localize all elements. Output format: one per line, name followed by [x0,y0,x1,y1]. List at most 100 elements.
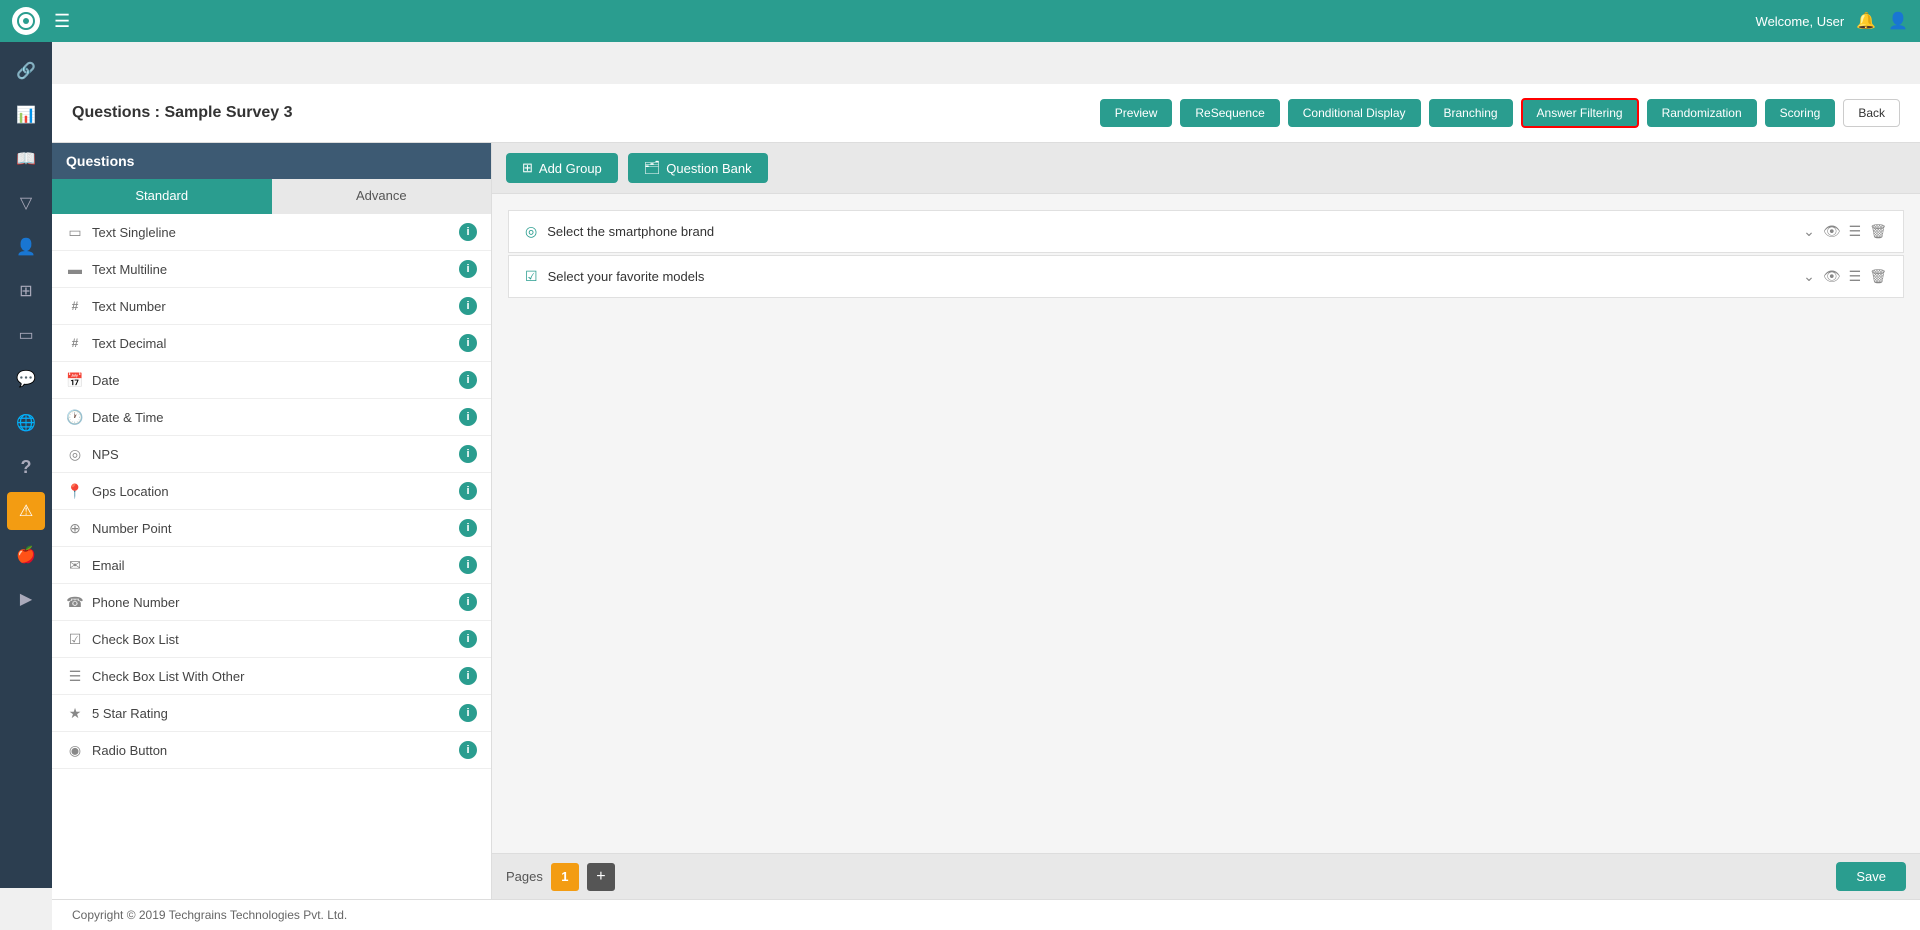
sidebar-icon-question[interactable]: ? [7,448,45,486]
top-bar-right: Welcome, User 🔔 👤 [1756,11,1908,31]
info-button[interactable]: i [459,667,477,685]
page-title: Questions : Sample Survey 3 [72,104,293,122]
text-number-icon: # [66,299,84,313]
list-item-label: Date & Time [92,410,164,425]
list-item[interactable]: ◎ NPS i [52,436,491,473]
star-rating-icon: ★ [66,705,84,722]
list-item[interactable]: # Text Decimal i [52,325,491,362]
list-item[interactable]: ★ 5 Star Rating i [52,695,491,732]
left-sidebar: 🔗 📊 📖 ▽ 👤 ⊞ ▭ 💬 🌐 ? ⚠ 🍎 ▶ [0,42,52,888]
radio-icon: ◎ [525,223,537,240]
questions-area: ◎ Select the smartphone brand ⌄ 👁 ☰ 🗑 ☑ … [492,194,1920,853]
list-item[interactable]: ☎ Phone Number i [52,584,491,621]
back-button[interactable]: Back [1843,99,1900,127]
info-button[interactable]: i [459,297,477,315]
info-button[interactable]: i [459,630,477,648]
sidebar-icon-chart[interactable]: 📊 [7,96,45,134]
footer-text: Copyright © 2019 Techgrains Technologies… [72,908,347,922]
chevron-down-icon[interactable]: ⌄ [1803,268,1815,285]
question-text: Select your favorite models [548,269,705,284]
question-bank-icon: 🗂 [644,160,661,176]
randomization-button[interactable]: Randomization [1647,99,1757,127]
answer-filtering-button[interactable]: Answer Filtering [1521,98,1639,128]
sidebar-icon-filter[interactable]: ▽ [7,184,45,222]
sidebar-icon-play[interactable]: ▶ [7,580,45,618]
scoring-button[interactable]: Scoring [1765,99,1836,127]
sidebar-icon-link[interactable]: 🔗 [7,52,45,90]
sidebar-icon-chat[interactable]: 💬 [7,360,45,398]
list-item-label: Radio Button [92,743,167,758]
notification-icon[interactable]: 🔔 [1856,11,1876,31]
questions-panel-header: Questions [52,143,491,179]
sidebar-icon-layers[interactable]: ⊞ [7,272,45,310]
checkbox-icon: ☑ [525,268,538,285]
info-button[interactable]: i [459,556,477,574]
footer: Copyright © 2019 Techgrains Technologies… [52,899,1920,930]
list-item[interactable]: ▬ Text Multiline i [52,251,491,288]
list-item-label: Number Point [92,521,171,536]
toolbar-row: ⊞ Add Group 🗂 Question Bank [492,143,1920,194]
info-button[interactable]: i [459,371,477,389]
info-button[interactable]: i [459,593,477,611]
page-number-1[interactable]: 1 [551,863,579,891]
header-buttons: Preview ReSequence Conditional Display B… [1100,98,1900,128]
list-item-label: Phone Number [92,595,179,610]
pages-bar: Pages 1 + Save [492,853,1920,899]
info-button[interactable]: i [459,704,477,722]
list-item[interactable]: 📍 Gps Location i [52,473,491,510]
welcome-text: Welcome, User [1756,14,1845,29]
questions-tabs: Standard Advance [52,179,491,214]
list-item[interactable]: ▭ Text Singleline i [52,214,491,251]
delete-icon[interactable]: 🗑 [1869,223,1887,240]
save-button[interactable]: Save [1836,862,1906,891]
info-button[interactable]: i [459,223,477,241]
question-bank-button[interactable]: 🗂 Question Bank [628,153,768,183]
eye-icon[interactable]: 👁 [1823,268,1841,285]
list-item[interactable]: # Text Number i [52,288,491,325]
top-bar: ☰ Welcome, User 🔔 👤 [0,0,1920,42]
info-button[interactable]: i [459,741,477,759]
preview-button[interactable]: Preview [1100,99,1173,127]
questions-list: ▭ Text Singleline i ▬ Text Multiline i # [52,214,491,899]
sidebar-icon-book[interactable]: 📖 [7,140,45,178]
info-button[interactable]: i [459,408,477,426]
resequence-button[interactable]: ReSequence [1180,99,1279,127]
hamburger-menu[interactable]: ☰ [54,11,70,32]
list-item[interactable]: ⊕ Number Point i [52,510,491,547]
sidebar-icon-user[interactable]: 👤 [7,228,45,266]
list-item-label: Text Number [92,299,166,314]
list-item[interactable]: 🕐 Date & Time i [52,399,491,436]
delete-icon[interactable]: 🗑 [1869,268,1887,285]
info-button[interactable]: i [459,260,477,278]
user-profile-icon[interactable]: 👤 [1888,11,1908,31]
list-item[interactable]: 📅 Date i [52,362,491,399]
sidebar-icon-alert[interactable]: ⚠ [7,492,45,530]
info-button[interactable]: i [459,519,477,537]
checkbox-icon: ☑ [66,631,84,648]
list-item-label: NPS [92,447,119,462]
sidebar-icon-apple[interactable]: 🍎 [7,536,45,574]
list-item-label: Gps Location [92,484,169,499]
right-content: ⊞ Add Group 🗂 Question Bank ◎ Select the… [492,143,1920,899]
tab-standard[interactable]: Standard [52,179,272,214]
branching-button[interactable]: Branching [1429,99,1513,127]
list-icon[interactable]: ☰ [1849,223,1862,240]
add-page-button[interactable]: + [587,863,615,891]
info-button[interactable]: i [459,482,477,500]
sidebar-icon-tablet[interactable]: ▭ [7,316,45,354]
list-item[interactable]: ☰ Check Box List With Other i [52,658,491,695]
conditional-display-button[interactable]: Conditional Display [1288,99,1421,127]
list-item[interactable]: ✉ Email i [52,547,491,584]
radio-button-icon: ◉ [66,742,84,759]
info-button[interactable]: i [459,334,477,352]
list-item[interactable]: ◉ Radio Button i [52,732,491,769]
chevron-down-icon[interactable]: ⌄ [1803,223,1815,240]
add-group-button[interactable]: ⊞ Add Group [506,153,618,183]
info-button[interactable]: i [459,445,477,463]
eye-icon[interactable]: 👁 [1823,223,1841,240]
list-item[interactable]: ☑ Check Box List i [52,621,491,658]
tab-advance[interactable]: Advance [272,179,492,214]
sidebar-icon-globe[interactable]: 🌐 [7,404,45,442]
top-bar-left: ☰ [12,7,70,35]
list-icon[interactable]: ☰ [1849,268,1862,285]
